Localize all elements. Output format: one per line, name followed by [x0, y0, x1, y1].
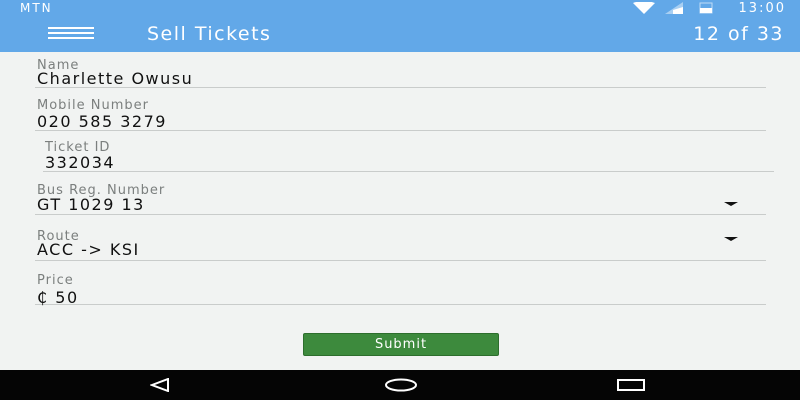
ticket-id-value: 332034: [45, 153, 116, 172]
signal-icon: [664, 2, 683, 14]
bus-reg-number-value: GT 1029 13: [37, 195, 145, 214]
mobile-number-field[interactable]: Mobile Number 020 585 3279: [35, 98, 766, 131]
clock-time: 13:00: [738, 0, 786, 16]
hamburger-menu-icon[interactable]: [48, 27, 94, 41]
mobile-number-value: 020 585 3279: [37, 112, 167, 131]
name-field[interactable]: Name Charlette Owusu: [35, 58, 766, 88]
price-field[interactable]: Price ₵ 50: [35, 273, 766, 307]
dropdown-arrow-icon[interactable]: [724, 237, 738, 241]
route-field[interactable]: Route ACC -> KSI: [35, 229, 766, 261]
route-value: ACC -> KSI: [37, 240, 140, 259]
page-title: Sell Tickets: [147, 23, 272, 45]
carrier-name: MTN: [20, 1, 53, 15]
app-bar: Sell Tickets 12 of 33: [0, 16, 800, 52]
recents-square-icon[interactable]: [611, 374, 651, 396]
battery-icon: [699, 2, 713, 14]
wifi-icon: [632, 2, 655, 14]
navigation-bar: [0, 370, 800, 400]
dropdown-arrow-icon[interactable]: [724, 202, 738, 206]
home-circle-icon[interactable]: [381, 374, 421, 396]
price-label: Price: [37, 273, 74, 288]
ticket-counter: 12 of 33: [693, 23, 784, 45]
name-value: Charlette Owusu: [37, 69, 194, 88]
price-value: ₵ 50: [37, 288, 79, 307]
bus-reg-number-field[interactable]: Bus Reg. Number GT 1029 13: [35, 183, 766, 215]
mobile-number-label: Mobile Number: [37, 98, 149, 113]
submit-button[interactable]: Submit: [303, 333, 499, 356]
back-triangle-icon[interactable]: [140, 374, 180, 396]
ticket-id-field[interactable]: Ticket ID 332034: [43, 140, 774, 172]
status-icons: 13:00: [632, 0, 786, 16]
status-bar: MTN 13:00: [0, 0, 800, 16]
